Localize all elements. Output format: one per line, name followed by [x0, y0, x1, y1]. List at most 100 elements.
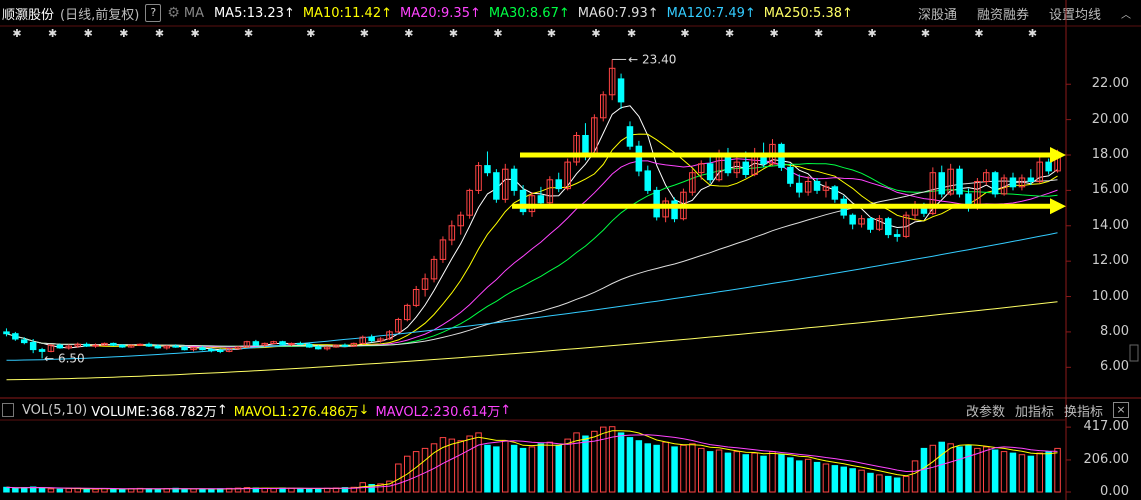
volume-bar-up	[466, 435, 473, 493]
volume-bar-up	[947, 443, 954, 493]
candle-down	[341, 344, 349, 347]
volume-bar-up	[502, 440, 509, 493]
volume-bar-down	[849, 468, 856, 493]
volume-bar-down	[671, 446, 678, 493]
volume-bar-up	[689, 443, 696, 493]
volume-bar-down	[38, 487, 46, 493]
candle-down	[172, 345, 179, 348]
volume-bar-up	[698, 447, 705, 493]
volume-bar-up	[822, 463, 830, 493]
volume-bar-up	[751, 452, 758, 493]
volume-bar-up	[715, 449, 723, 493]
add-indicator-button[interactable]: 加指标	[1015, 401, 1054, 420]
candle-down	[831, 186, 839, 200]
candle-down	[208, 349, 215, 352]
volume-bar-down	[760, 455, 767, 493]
mavol1-arrow: ↓	[358, 402, 370, 418]
event-star-icon: ✱	[547, 27, 556, 40]
volume-bar-down	[555, 444, 562, 493]
volume-bar-up	[1018, 454, 1026, 493]
volume-bar-down	[181, 488, 188, 493]
volume-bar-down	[885, 475, 892, 493]
candle-down	[938, 172, 945, 195]
volume-bar-down	[12, 487, 19, 493]
volume-arrow: ↑	[216, 402, 228, 418]
volume-bar-up	[475, 432, 482, 493]
event-star-icon: ✱	[770, 27, 779, 40]
volume-bar-down	[537, 443, 545, 493]
switch-indicator-button[interactable]: 换指标	[1064, 401, 1103, 420]
event-star-icon: ✱	[974, 27, 983, 40]
event-star-icon: ✱	[867, 27, 876, 40]
volume-bar-up	[92, 488, 99, 493]
volume-bar-down	[813, 461, 821, 493]
candle-down	[635, 145, 643, 172]
candle-down	[12, 333, 19, 340]
candle-down	[582, 135, 589, 156]
candle-down	[510, 168, 518, 191]
candle-down	[537, 195, 545, 204]
volume-bar-down	[893, 477, 901, 493]
event-star-icon: ✱	[404, 27, 413, 40]
volume-bar-up	[600, 426, 607, 493]
volume-bar-down	[617, 432, 625, 493]
candle-down	[742, 161, 749, 176]
volume-bar-up	[47, 488, 55, 493]
volume-bar-up	[911, 460, 919, 493]
candle-down	[706, 163, 714, 181]
mavol2-value: MAVOL2:230.614万	[375, 404, 501, 420]
volume-bar-down	[484, 444, 491, 493]
volume-bar-down	[56, 488, 64, 493]
candle-down	[29, 342, 37, 351]
event-star-icon: ✱	[306, 27, 315, 40]
event-star-icon: ✱	[244, 27, 253, 40]
event-star-icon: ✱	[921, 27, 930, 40]
candle-down	[297, 342, 304, 345]
volume-bar-down	[626, 437, 634, 493]
candle-down	[796, 182, 803, 193]
volume-bar-up	[983, 446, 990, 493]
volume-bar-down	[83, 488, 90, 493]
close-icon[interactable]: ×	[1113, 402, 1129, 418]
collapse-handle	[1129, 344, 1139, 362]
event-star-icon: ✱	[84, 27, 93, 40]
volume-bar-down	[582, 435, 589, 493]
volume-bar-up	[769, 451, 776, 493]
edit-params-button[interactable]: 改参数	[966, 401, 1005, 420]
volume-bar-up	[564, 438, 571, 493]
high-label: ← 23.40	[628, 52, 676, 66]
volume-bar-down	[706, 451, 714, 493]
event-star-icon: ✱	[493, 27, 502, 40]
volume-bar-down	[493, 446, 500, 493]
volume-bar-down	[653, 444, 660, 493]
candle-down	[21, 339, 28, 344]
volume-bar-up	[733, 451, 741, 493]
candle-down	[1009, 177, 1017, 188]
volume-bar-up	[662, 441, 669, 493]
volume-bar-down	[145, 488, 153, 493]
volume-bar-up	[974, 447, 981, 493]
volume-bar-up	[546, 441, 554, 493]
event-star-icon: ✱	[725, 27, 734, 40]
candle-down	[671, 200, 678, 220]
volume-bar-down	[306, 488, 313, 493]
volume-bar-up	[528, 446, 536, 493]
volume-bar-down	[938, 441, 945, 493]
candle-down	[617, 78, 625, 103]
candle-down	[154, 345, 162, 349]
volume-bar-down	[796, 460, 803, 493]
volume-bar-down	[724, 452, 732, 493]
volume-bar-down	[199, 488, 206, 493]
ma120-line	[6, 232, 1058, 361]
event-star-icon: ✱	[814, 27, 823, 40]
volume-bar-up	[421, 447, 429, 493]
volume-bar-down	[742, 454, 749, 493]
volume-bar-down	[119, 488, 126, 493]
candle-down	[849, 214, 856, 225]
square-icon[interactable]	[2, 403, 14, 417]
candle-down	[867, 218, 874, 230]
volume-bar-down	[3, 486, 10, 493]
candle-down	[368, 336, 375, 342]
candle-down	[110, 342, 117, 346]
candle-up	[92, 344, 99, 347]
